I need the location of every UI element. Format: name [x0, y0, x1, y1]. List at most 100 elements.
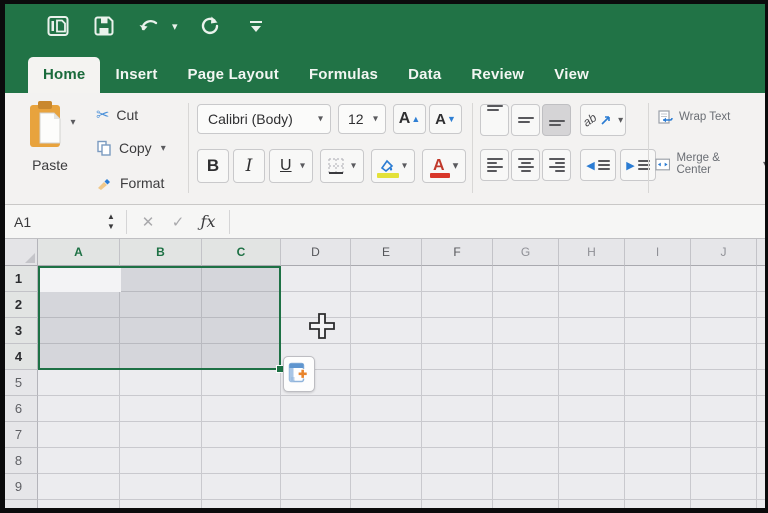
fill-color-button[interactable]: ▾ [371, 149, 415, 183]
copy-label: Copy [119, 140, 152, 156]
merge-center-button[interactable]: Merge & Center ▾ [655, 152, 768, 176]
copy-icon [96, 140, 112, 156]
decrease-font-size-button[interactable]: A▼ [429, 104, 462, 134]
row-header-6[interactable]: 6 [0, 396, 38, 422]
fill-color-icon [378, 159, 396, 173]
format-painter-button[interactable]: Format [96, 175, 164, 191]
row-header-9[interactable]: 9 [0, 474, 38, 500]
row-header-1[interactable]: 1 [0, 266, 38, 292]
tab-review[interactable]: Review [456, 57, 539, 93]
cut-icon: ✂ [96, 105, 109, 125]
toolbar-options-icon[interactable] [242, 12, 270, 40]
excel-window: ▾ Home Insert Page Layout Formulas Data … [0, 0, 768, 513]
bold-button[interactable]: B [197, 149, 229, 183]
underline-caret-icon: ▾ [300, 161, 305, 172]
undo-caret-icon[interactable]: ▾ [172, 20, 178, 33]
column-header-I[interactable]: I [625, 239, 691, 266]
save-icon[interactable] [90, 12, 118, 40]
orientation-button[interactable]: ab ▾ [580, 104, 626, 136]
gridline [558, 266, 559, 513]
merge-center-label: Merge & Center [676, 152, 755, 176]
wrap-text-label: Wrap Text [679, 111, 730, 123]
row-header-4[interactable]: 4 [0, 344, 38, 370]
decrease-indent-button[interactable]: ◀ [580, 149, 616, 181]
underline-button[interactable]: U ▾ [269, 149, 313, 183]
align-right-button[interactable] [542, 149, 571, 181]
tab-formulas[interactable]: Formulas [294, 57, 393, 93]
font-color-button[interactable]: A ▾ [422, 149, 466, 183]
row-header-2[interactable]: 2 [0, 292, 38, 318]
group-separator [188, 103, 189, 193]
underline-letter: U [280, 157, 292, 175]
row-header-8[interactable]: 8 [0, 448, 38, 474]
group-separator [648, 103, 649, 193]
paste-options-button[interactable] [283, 356, 315, 392]
font-family-value: Calibri (Body) [208, 111, 293, 127]
ribbon: ▾ Paste ✂ Cut Copy ▾ Format Calibri (Bod… [0, 93, 768, 205]
formula-bar-separator [229, 210, 230, 234]
column-header-E[interactable]: E [351, 239, 422, 266]
selection-range [38, 266, 281, 370]
monitor-bezel [0, 508, 768, 513]
borders-button[interactable]: ▾ [320, 149, 364, 183]
increase-font-size-button[interactable]: A▲ [393, 104, 426, 134]
enter-button[interactable]: ✓ [163, 213, 193, 231]
align-left-button[interactable] [480, 149, 509, 181]
worksheet-grid[interactable]: ABCDEFGHIJ 12345678910 [0, 239, 768, 513]
row-header-7[interactable]: 7 [0, 422, 38, 448]
copy-caret-icon: ▾ [161, 143, 166, 154]
cut-label: Cut [116, 107, 138, 123]
redo-icon[interactable] [196, 12, 224, 40]
select-all-corner[interactable] [0, 239, 38, 266]
tab-data[interactable]: Data [393, 57, 456, 93]
column-header-A[interactable]: A [38, 239, 120, 266]
cancel-button[interactable]: ✕ [133, 213, 163, 231]
align-middle-button[interactable] [511, 104, 540, 136]
undo-icon[interactable] [136, 12, 164, 40]
name-box[interactable]: A1 [0, 205, 100, 239]
orientation-arrow-icon [600, 114, 612, 126]
font-family-select[interactable]: Calibri (Body) ▾ [197, 104, 331, 134]
row-header-5[interactable]: 5 [0, 370, 38, 396]
align-top-button[interactable] [480, 104, 509, 136]
row-header-3[interactable]: 3 [0, 318, 38, 344]
gridline [350, 266, 351, 513]
wrap-text-icon [658, 110, 673, 124]
align-bottom-button[interactable] [542, 104, 571, 136]
font-size-select[interactable]: 12 ▾ [338, 104, 386, 134]
cut-button[interactable]: ✂ Cut [96, 105, 138, 125]
copy-button[interactable]: Copy ▾ [96, 140, 166, 156]
format-label: Format [120, 175, 164, 191]
column-header-B[interactable]: B [120, 239, 202, 266]
column-header-H[interactable]: H [559, 239, 625, 266]
wrap-text-button[interactable]: Wrap Text [658, 110, 730, 124]
tab-insert[interactable]: Insert [100, 57, 172, 93]
name-box-value: A1 [14, 214, 31, 230]
column-header-J[interactable]: J [691, 239, 757, 266]
gridline [38, 473, 768, 474]
decrease-indent-icon: ◀ [586, 159, 594, 172]
paste-options-icon [288, 362, 310, 386]
align-top-icon [487, 105, 503, 111]
column-header-C[interactable]: C [202, 239, 281, 266]
spinner-down-icon: ▼ [107, 223, 115, 231]
gridline [492, 266, 493, 513]
italic-button[interactable]: I [233, 149, 265, 183]
active-cell[interactable] [40, 268, 121, 292]
tab-home[interactable]: Home [28, 57, 100, 93]
insert-function-button[interactable]: ƒx [193, 212, 223, 231]
formula-input[interactable] [236, 205, 768, 239]
workbook-icon[interactable] [44, 12, 72, 40]
borders-caret-icon: ▾ [351, 161, 356, 172]
column-header-D[interactable]: D [281, 239, 351, 266]
ribbon-tab-bar: Home Insert Page Layout Formulas Data Re… [0, 52, 768, 93]
name-box-spinner[interactable]: ▲ ▼ [102, 213, 120, 231]
paste-button[interactable]: ▾ Paste [12, 99, 88, 199]
align-center-button[interactable] [511, 149, 540, 181]
column-header-G[interactable]: G [493, 239, 559, 266]
column-header-F[interactable]: F [422, 239, 493, 266]
increase-indent-button[interactable]: ▶ [620, 149, 656, 181]
tab-page-layout[interactable]: Page Layout [173, 57, 294, 93]
tab-view[interactable]: View [539, 57, 604, 93]
cell-cursor-icon [307, 311, 337, 346]
